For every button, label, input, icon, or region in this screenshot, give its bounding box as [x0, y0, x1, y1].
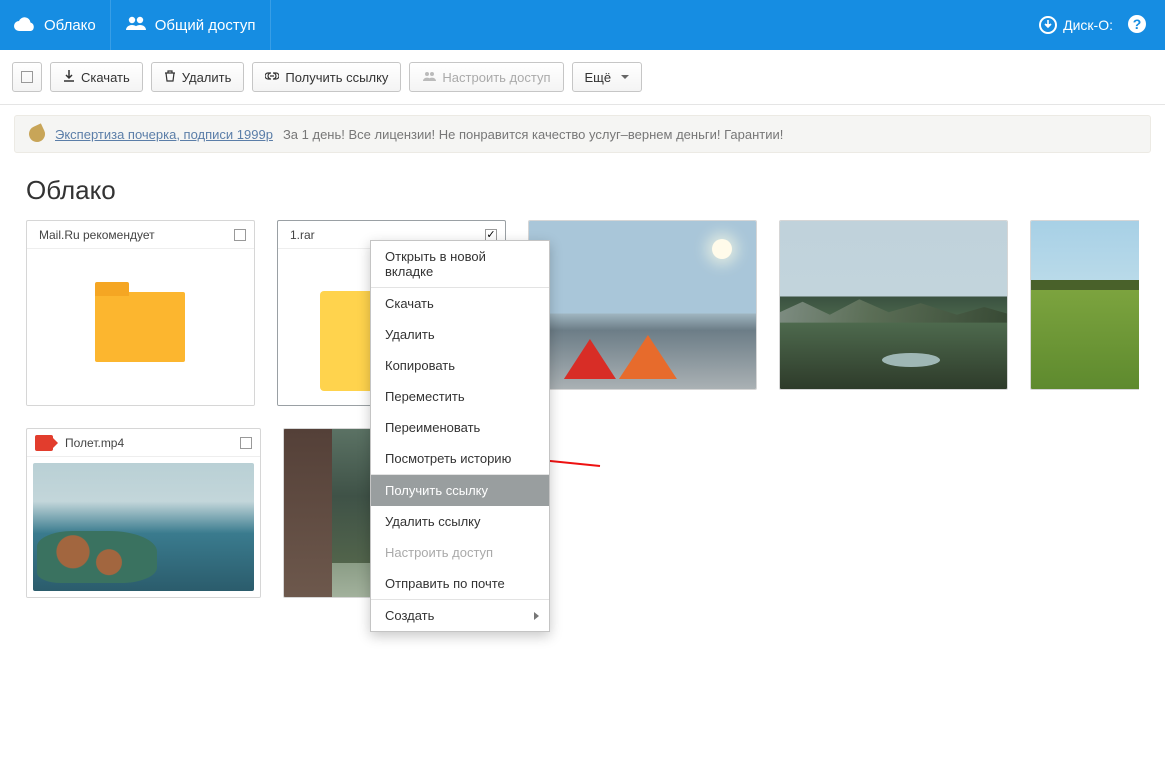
- topbar-right: Диск-О: ?: [1039, 14, 1165, 37]
- context-menu-item[interactable]: Открыть в новой вкладке: [371, 241, 549, 287]
- tab-cloud-label: Облако: [44, 17, 96, 34]
- video-badge-icon: [35, 435, 53, 451]
- checkbox-icon: [21, 71, 33, 83]
- item-thumb: [27, 249, 254, 405]
- item-header: Mail.Ru рекомендует: [27, 221, 254, 249]
- ad-link[interactable]: Экспертиза почерка, подписи 1999р: [55, 127, 273, 142]
- more-label: Ещё: [585, 70, 612, 85]
- item-checkbox[interactable]: [240, 437, 252, 449]
- configure-access-label: Настроить доступ: [442, 70, 550, 85]
- svg-text:?: ?: [1133, 16, 1142, 32]
- tab-shared-label: Общий доступ: [155, 17, 256, 34]
- disk-o-link[interactable]: Диск-О:: [1039, 16, 1113, 34]
- item-title: Полет.mp4: [61, 436, 124, 450]
- tab-shared[interactable]: Общий доступ: [111, 0, 271, 50]
- context-menu-item[interactable]: Переименовать: [371, 412, 549, 443]
- link-icon: [265, 70, 279, 85]
- getlink-button[interactable]: Получить ссылку: [252, 62, 401, 92]
- context-menu-item: Настроить доступ: [371, 537, 549, 568]
- context-menu-item[interactable]: Удалить ссылку: [371, 506, 549, 537]
- context-menu-item[interactable]: Получить ссылку: [371, 474, 549, 506]
- file-grid: Mail.Ru рекомендует 1.rar: [0, 220, 1165, 646]
- cloud-icon: [14, 15, 36, 35]
- context-menu-item[interactable]: Копировать: [371, 350, 549, 381]
- toolbar: Скачать Удалить Получить ссылку Настроит…: [0, 50, 1165, 105]
- select-all-checkbox[interactable]: [12, 62, 42, 92]
- item-checkbox[interactable]: [485, 229, 497, 241]
- item-thumb: [27, 457, 260, 597]
- feather-icon: [26, 123, 47, 144]
- users-small-icon: [422, 70, 436, 85]
- photo-thumb: [529, 221, 756, 389]
- trash-icon: [164, 70, 176, 85]
- context-menu-item[interactable]: Удалить: [371, 319, 549, 350]
- chevron-down-icon: [621, 75, 629, 79]
- context-menu: Открыть в новой вкладкеСкачатьУдалитьКоп…: [370, 240, 550, 632]
- ad-text: За 1 день! Все лицензии! Не понравится к…: [283, 127, 783, 142]
- page-title: Облако: [0, 159, 1165, 220]
- context-menu-item[interactable]: Переместить: [371, 381, 549, 412]
- item-photo-mountains[interactable]: [779, 220, 1008, 390]
- delete-button[interactable]: Удалить: [151, 62, 245, 92]
- download-label: Скачать: [81, 70, 130, 85]
- ad-banner[interactable]: Экспертиза почерка, подписи 1999р За 1 д…: [14, 115, 1151, 153]
- item-video[interactable]: Полет.mp4: [26, 428, 261, 598]
- folder-icon: [95, 292, 185, 362]
- topbar-left: Облако Общий доступ: [0, 0, 271, 50]
- context-menu-item[interactable]: Создать: [371, 599, 549, 631]
- context-menu-item[interactable]: Отправить по почте: [371, 568, 549, 599]
- download-button[interactable]: Скачать: [50, 62, 143, 92]
- grid-row: Mail.Ru рекомендует 1.rar: [26, 220, 1139, 406]
- video-thumb: [33, 463, 254, 591]
- delete-label: Удалить: [182, 70, 232, 85]
- users-icon: [125, 15, 147, 35]
- configure-access-button[interactable]: Настроить доступ: [409, 62, 563, 92]
- tab-cloud[interactable]: Облако: [0, 0, 111, 50]
- chevron-right-icon: [534, 612, 539, 620]
- photo-thumb: [780, 221, 1007, 389]
- photo-thumb: [1031, 221, 1139, 389]
- item-checkbox[interactable]: [234, 229, 246, 241]
- disk-o-label: Диск-О:: [1063, 17, 1113, 33]
- item-title: 1.rar: [286, 228, 315, 242]
- getlink-label: Получить ссылку: [285, 70, 388, 85]
- item-folder[interactable]: Mail.Ru рекомендует: [26, 220, 255, 406]
- item-photo-tents[interactable]: [528, 220, 757, 390]
- topbar: Облако Общий доступ Диск-О: ?: [0, 0, 1165, 50]
- context-menu-item[interactable]: Посмотреть историю: [371, 443, 549, 474]
- context-menu-item[interactable]: Скачать: [371, 287, 549, 319]
- item-header: Полет.mp4: [27, 429, 260, 457]
- item-photo-grass[interactable]: [1030, 220, 1139, 390]
- more-button[interactable]: Ещё: [572, 62, 643, 92]
- help-icon[interactable]: ?: [1127, 14, 1147, 37]
- download-circle-icon: [1039, 16, 1057, 34]
- item-title: Mail.Ru рекомендует: [35, 228, 155, 242]
- download-icon: [63, 70, 75, 85]
